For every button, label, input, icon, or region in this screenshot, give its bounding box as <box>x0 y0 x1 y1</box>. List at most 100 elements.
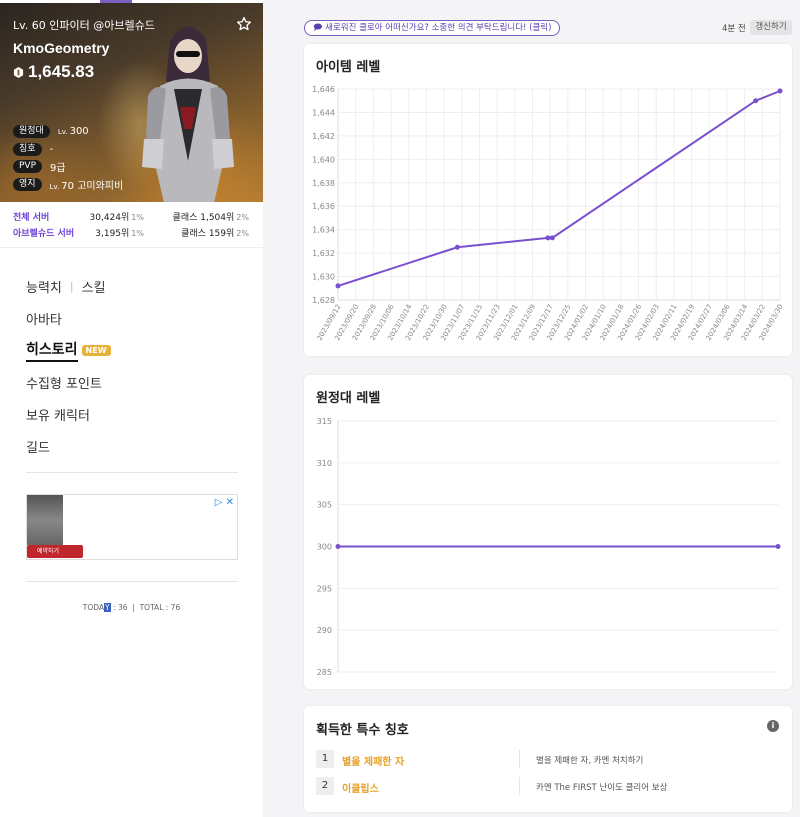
character-name: KmoGeometry <box>13 40 110 56</box>
favorite-star-icon[interactable] <box>236 16 252 32</box>
megaphone-icon: 🗩 <box>313 23 323 33</box>
nav-item-characters[interactable]: 보유 캐릭터 <box>26 398 111 430</box>
nav-item-stats[interactable]: 능력치 <box>26 277 62 296</box>
total-count: TOTAL : 76 <box>139 603 181 612</box>
class-rank-percent: 2% <box>236 229 249 238</box>
nav-item-guild[interactable]: 길드 <box>26 430 111 462</box>
rank-label: 전체 서버 <box>13 213 50 223</box>
rank-number: 3,195위 <box>95 229 130 239</box>
refresh-button[interactable]: 갱신하기 <box>750 20 792 35</box>
character-profile-card: Lv. 60 인파이터 @아브렐슈드 KmoGeometry 1,645.83 … <box>0 3 263 202</box>
stat-row-estate: 영지 Lv. 70 고미와피비 <box>13 176 123 194</box>
left-panel: Lv. 60 인파이터 @아브렐슈드 KmoGeometry 1,645.83 … <box>0 0 263 817</box>
info-icon[interactable]: i <box>767 720 779 732</box>
new-badge: NEW <box>81 344 111 356</box>
title-divider <box>519 777 520 795</box>
data-point <box>545 235 551 241</box>
advertisement[interactable]: 예약하기 ▷ ✕ <box>26 494 238 560</box>
title-index: 1 <box>316 750 334 768</box>
data-point <box>335 544 341 549</box>
title-name: 이클립스 <box>342 784 379 795</box>
feedback-banner-text: 새로워진 클로아 어떠신가요? 소중한 의견 부탁드립니다! (클릭) <box>325 23 552 33</box>
rank-row-all-servers[interactable]: 전체 서버 30,424위 1% 클래스 1,504위 2% <box>13 210 249 224</box>
visitor-counter: TODAY : 36 | TOTAL : 76 <box>82 603 181 612</box>
stat-value: 9급 <box>50 163 66 175</box>
title-index: 2 <box>316 777 334 795</box>
item-level-chart: 1,646 1,644 1,642 1,640 1,638 1,636 1,634 1,632… <box>312 85 785 342</box>
rank-row-server[interactable]: 아브렐슈드 서버 3,195위 1% 클래스 159위 2% <box>13 226 249 240</box>
y-tick-label: 1,636 <box>312 202 335 211</box>
nav-item-avatar[interactable]: 아바타 <box>26 302 111 334</box>
data-point <box>753 98 759 104</box>
text-cursor: Y <box>104 603 111 612</box>
special-titles-heading: 획득한 특수 칭호 <box>316 723 409 738</box>
y-tick-label: 295 <box>317 584 332 593</box>
character-image <box>142 26 234 202</box>
stat-prefix: Lv. <box>49 182 60 191</box>
title-divider <box>519 750 520 768</box>
special-title-row: 1 별을 제패한 자 별을 제패한 자, 카멘 처치하기 <box>316 750 786 768</box>
data-point <box>777 88 783 94</box>
data-point <box>549 235 555 241</box>
y-tick-label: 1,638 <box>312 179 335 188</box>
rank-percent: 1% <box>131 213 144 222</box>
ad-reserve-button[interactable]: 예약하기 <box>27 545 83 558</box>
title-name: 별을 제패한 자 <box>342 757 405 768</box>
stat-number: 70 고미와피비 <box>61 180 124 192</box>
nav-separator: | <box>69 279 74 293</box>
data-point <box>454 244 460 250</box>
item-level-value: 1,645.83 <box>28 62 95 81</box>
stat-value: - <box>49 143 54 155</box>
nav-item-collectibles[interactable]: 수집형 포인트 <box>26 366 111 398</box>
y-tick-label: 285 <box>317 668 332 677</box>
y-tick-label: 1,634 <box>312 226 335 235</box>
divider <box>26 472 238 473</box>
y-tick-label: 1,632 <box>312 249 335 258</box>
stat-prefix: Lv. <box>57 128 68 137</box>
data-point <box>335 283 341 289</box>
class-rank-number: 클래스 159위 <box>181 229 235 239</box>
nav-row-stats-skills: 능력치 | 스킬 <box>26 270 111 302</box>
stat-value: Lv. 300 <box>58 126 89 137</box>
ranking-panel: 전체 서버 30,424위 1% 클래스 1,504위 2% 아브렐슈드 서버 3,… <box>0 202 263 248</box>
y-tick-label: 300 <box>317 543 332 552</box>
rank-number: 30,424위 <box>89 213 130 223</box>
character-stats: 원정대 Lv. 300 칭호 - PVP 9급 영지 Lv. 70 고미와피비 <box>13 123 123 193</box>
rank-label: 아브렐슈드 서버 <box>13 229 75 239</box>
today-count: : 36 <box>113 603 128 612</box>
rank-value: 30,424위 1% <box>90 210 144 223</box>
item-level-icon <box>13 66 24 78</box>
class-rank-percent: 2% <box>236 213 249 222</box>
title-description: 카멘 The FIRST 난이도 클리어 보상 <box>536 783 668 793</box>
y-tick-label: 1,646 <box>312 85 335 94</box>
divider <box>26 581 238 582</box>
nav-item-history[interactable]: 히스토리 NEW <box>26 334 111 366</box>
nav-item-skills[interactable]: 스킬 <box>82 277 106 296</box>
y-tick-label: 1,644 <box>312 108 335 117</box>
side-navigation: 능력치 | 스킬 아바타 히스토리 NEW 수집형 포인트 보유 캐릭터 길드 <box>26 270 111 462</box>
ad-image <box>27 495 63 545</box>
stat-number: 300 <box>69 126 89 138</box>
title-description: 별을 제패한 자, 카멘 처치하기 <box>536 756 644 766</box>
stat-label: 칭호 <box>13 142 42 156</box>
item-level-display: 1,645.83 <box>13 62 94 82</box>
special-title-row: 2 이클립스 카멘 The FIRST 난이도 클리어 보상 <box>316 777 786 795</box>
y-tick-label: 1,628 <box>312 296 335 305</box>
class-rank-value: 클래스 1,504위 2% <box>173 210 249 223</box>
stat-row-pvp: PVP 9급 <box>13 158 123 176</box>
nav-item-history-label: 히스토리 <box>26 339 78 362</box>
class-rank-number: 클래스 1,504위 <box>172 213 235 223</box>
y-tick-label: 310 <box>317 459 332 468</box>
y-tick-label: 305 <box>317 501 332 510</box>
stat-row-expedition: 원정대 Lv. 300 <box>13 123 123 141</box>
feedback-banner[interactable]: 🗩 새로워진 클로아 어떠신가요? 소중한 의견 부탁드립니다! (클릭) <box>304 20 561 36</box>
expedition-level-chart-card: 원정대 레벨 315 310 305 300 295 290 285 <box>304 375 792 689</box>
ad-choices-icon[interactable]: ▷ ✕ <box>215 497 234 508</box>
updated-time: 4분 전 <box>722 24 746 34</box>
stat-value: Lv. 70 고미와피비 <box>50 177 124 192</box>
stat-label: PVP <box>13 160 43 174</box>
series-line <box>337 90 781 287</box>
y-tick-label: 1,630 <box>312 273 335 282</box>
y-tick-label: 315 <box>317 417 332 426</box>
y-tick-label: 290 <box>317 626 332 635</box>
